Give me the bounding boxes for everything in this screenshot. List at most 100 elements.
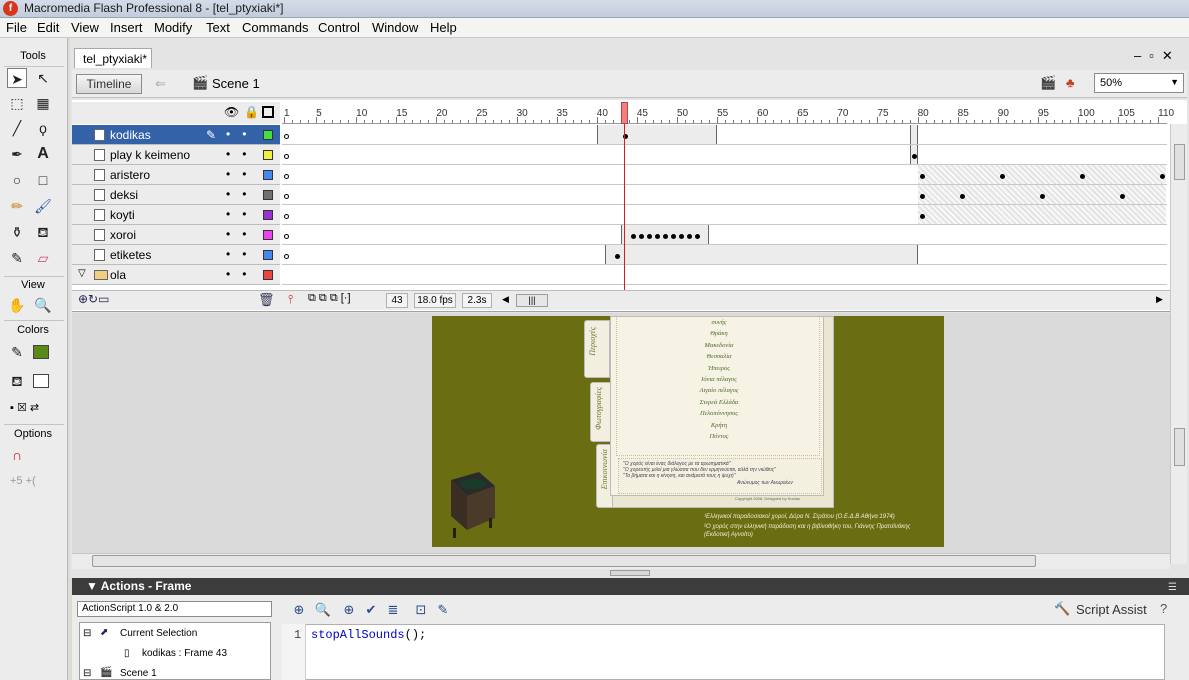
stage-hscroll-thumb[interactable] [92, 555, 1036, 567]
panel-resize-handle[interactable] [610, 570, 650, 576]
empty-keyframe[interactable] [284, 234, 289, 239]
line-tool-icon[interactable]: ╱ [7, 118, 27, 138]
menu-file[interactable]: File [6, 20, 27, 35]
visibility-lock-dots[interactable]: •• [226, 207, 258, 221]
pencil-tool-icon[interactable]: ✏ [7, 196, 27, 216]
onion-skin-icon[interactable]: ⧉ ⧉ ⧉ [·] [308, 292, 351, 305]
tree-item-scene[interactable]: Scene 1 [120, 668, 157, 679]
free-transform-tool-icon[interactable]: ⬚ [7, 93, 27, 113]
gradient-transform-tool-icon[interactable]: ▦ [33, 93, 53, 113]
timeline-vscroll-thumb[interactable] [1174, 144, 1185, 180]
region-link[interactable]: συνής [617, 319, 821, 326]
empty-keyframe[interactable] [284, 134, 289, 139]
script-assist-button[interactable]: Script Assist [1076, 602, 1147, 617]
frame-row[interactable] [282, 145, 1167, 165]
brush-tool-icon[interactable]: 🖌 [33, 196, 53, 216]
menu-control[interactable]: Control [318, 20, 360, 35]
script-assist-icon[interactable]: 🔨 [1054, 601, 1070, 617]
delete-layer-icon[interactable]: 🗑 [258, 292, 275, 308]
scroll-left-icon[interactable]: ◀ [502, 294, 509, 305]
menu-text[interactable]: Text [206, 20, 230, 35]
zoom-select[interactable]: 50% ▼ [1094, 73, 1184, 93]
menu-help[interactable]: Help [430, 20, 457, 35]
lock-icon[interactable]: 🔒 [244, 105, 259, 119]
frame-span[interactable] [604, 245, 918, 264]
visibility-lock-dots[interactable]: •• [226, 227, 258, 241]
swap-colors-icon[interactable]: ▪ ☒ ⇄ [10, 401, 39, 414]
keyframe[interactable] [919, 214, 925, 219]
eraser-tool-icon[interactable]: ▱ [33, 248, 53, 268]
keyframe[interactable] [662, 234, 668, 239]
smooth-straighten-icon[interactable]: +5 +( [10, 475, 36, 487]
layer-color-swatch[interactable] [263, 270, 273, 280]
region-link[interactable]: Πελοπόννησος [617, 410, 821, 417]
visibility-lock-dots[interactable]: •• [226, 247, 258, 261]
code-line[interactable]: stopAllSounds(); [311, 628, 426, 642]
region-link[interactable]: Αιγαίο πέλαγος [617, 387, 821, 394]
vertical-scrollbar[interactable] [1170, 124, 1187, 564]
layer-color-swatch[interactable] [263, 170, 273, 180]
keyframe[interactable] [687, 234, 692, 239]
fps-value[interactable]: 18.0 fps [414, 293, 456, 308]
hand-tool-icon[interactable]: ✋ [7, 295, 27, 315]
region-link[interactable]: Θεσσαλία [617, 353, 821, 360]
layer-color-swatch[interactable] [263, 130, 273, 140]
layer-color-swatch[interactable] [263, 190, 273, 200]
layer-color-swatch[interactable] [263, 250, 273, 260]
empty-keyframe[interactable] [284, 174, 289, 179]
add-statement-icon[interactable]: ⊕ [290, 602, 308, 620]
regions-tab[interactable]: Περιοχές [584, 320, 610, 378]
keyframe[interactable] [638, 234, 644, 239]
keyframe[interactable] [678, 234, 684, 239]
keyframe[interactable] [614, 254, 620, 259]
menu-window[interactable]: Window [372, 20, 418, 35]
tree-collapse-icon[interactable]: ⊟ [83, 628, 91, 639]
keyframe[interactable] [1039, 194, 1045, 199]
fill-color-swatch[interactable] [33, 345, 49, 359]
region-link[interactable]: Ήπειρος [617, 365, 821, 372]
keyframe[interactable] [695, 234, 701, 239]
layer-color-swatch[interactable] [263, 230, 273, 240]
visibility-lock-dots[interactable]: •• [226, 127, 258, 141]
help-icon[interactable]: ? [1160, 601, 1167, 616]
keyframe[interactable] [959, 194, 965, 199]
frame-row[interactable] [282, 265, 1167, 285]
layer-row-kodikas[interactable]: kodikas ✎ •• [72, 125, 280, 145]
code-hint-icon[interactable]: ⊡ [412, 602, 430, 620]
menu-view[interactable]: View [71, 20, 99, 35]
frame-span[interactable] [909, 125, 918, 144]
visibility-lock-dots[interactable]: •• [226, 267, 258, 281]
visibility-lock-dots[interactable]: •• [226, 147, 258, 161]
menu-commands[interactable]: Commands [242, 20, 308, 35]
timeline-scroll-thumb[interactable]: ||| [516, 294, 548, 307]
motion-tween-span[interactable] [917, 205, 1167, 224]
frame-row[interactable] [282, 245, 1167, 265]
frame-span[interactable] [596, 125, 718, 144]
motion-tween-span[interactable] [917, 165, 1167, 184]
menu-insert[interactable]: Insert [110, 20, 143, 35]
find-icon[interactable]: 🔍 [314, 602, 332, 620]
edit-scene-icon[interactable]: 🎬 [1040, 75, 1056, 91]
keyframe[interactable] [911, 154, 917, 159]
rectangle-tool-icon[interactable]: □ [33, 170, 53, 190]
edit-symbol-icon[interactable]: ♣ [1066, 75, 1075, 90]
stroke-color-swatch[interactable] [33, 374, 49, 388]
menu-modify[interactable]: Modify [154, 20, 192, 35]
keyframe[interactable] [999, 174, 1005, 179]
keyframe[interactable] [646, 234, 652, 239]
keyframe[interactable] [654, 234, 660, 239]
layer-row-deksi[interactable]: deksi •• [72, 185, 280, 205]
layer-row-etiketes[interactable]: etiketes •• [72, 245, 280, 265]
check-syntax-icon[interactable]: ✔ [362, 602, 380, 620]
playhead[interactable] [621, 102, 628, 124]
window-controls[interactable]: –▫✕ [1134, 48, 1181, 64]
actionscript-version-select[interactable]: ActionScript 1.0 & 2.0 [77, 601, 272, 617]
tree-item-frame[interactable]: kodikas : Frame 43 [142, 648, 227, 659]
selection-tool-icon[interactable]: ➤ [7, 68, 27, 88]
folder-expand-icon[interactable]: ▽ [78, 268, 86, 279]
document-tab[interactable]: tel_ptyxiaki* [74, 48, 152, 68]
keyframe[interactable] [1079, 174, 1085, 179]
visibility-lock-dots[interactable]: •• [226, 167, 258, 181]
empty-keyframe[interactable] [284, 154, 289, 159]
eyedropper-tool-icon[interactable]: ✎ [7, 248, 27, 268]
